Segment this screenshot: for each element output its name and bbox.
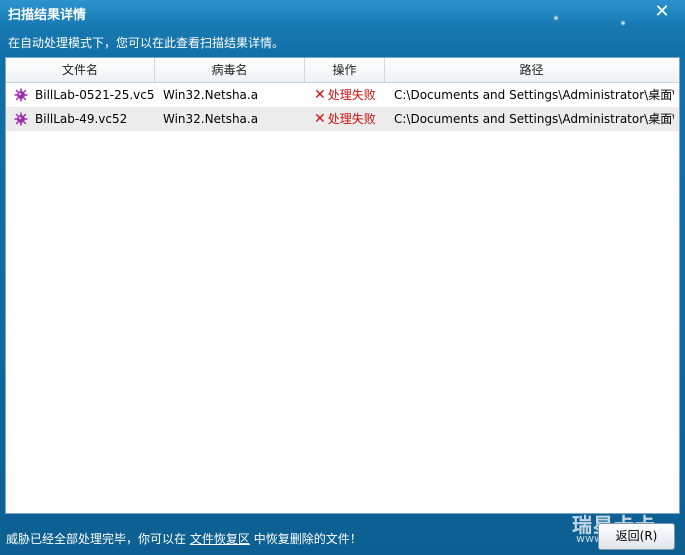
footer-message: 威胁已经全部处理完毕，你可以在 文件恢复区 中恢复删除的文件！ [6,530,362,547]
virus-icon [14,88,28,102]
column-header-action[interactable]: 操作 [305,58,385,82]
sparkle-decoration [553,15,559,21]
column-header-filename[interactable]: 文件名 [6,58,155,82]
action-status: 处理失败 [327,88,376,102]
subtitle-text: 在自动处理模式下，您可以在此查看扫描结果详情。 [8,36,285,50]
cell-virus-name: Win32.Netsha.a [163,112,259,126]
back-button[interactable]: 返回(R) [598,523,675,550]
sparkle-decoration [620,20,626,26]
table-row[interactable]: BillLab-0521-25.vc52 Win32.Netsha.a ✕ 处理失… [6,83,679,107]
cell-virus-name: Win32.Netsha.a [163,88,259,102]
column-header-virus[interactable]: 病毒名 [155,58,305,82]
cell-filename: BillLab-49.vc52 [35,112,128,126]
fail-x-icon: ✕ [314,87,326,103]
footer-text-before: 威胁已经全部处理完毕，你可以在 [6,532,187,546]
window-title: 扫描结果详情 [8,8,87,23]
table-row[interactable]: BillLab-49.vc52 Win32.Netsha.a ✕ 处理失败 C:\… [6,107,679,131]
cell-action: ✕ 处理失败 [314,83,384,107]
action-status: 处理失败 [327,112,376,126]
file-recovery-link[interactable]: 文件恢复区 [190,532,250,546]
cell-path: C:\Documents and Settings\Administrator\… [394,88,674,102]
title-bar[interactable]: 扫描结果详情 ✕ [0,0,685,26]
column-header-path[interactable]: 路径 [385,58,678,82]
scan-results-window: 扫描结果详情 ✕ 在自动处理模式下，您可以在此查看扫描结果详情。 文件名 病毒名… [0,0,685,555]
table-header: 文件名 病毒名 操作 路径 [6,58,679,83]
virus-icon [14,112,28,126]
cell-filename: BillLab-0521-25.vc52 [35,88,154,102]
results-table: 文件名 病毒名 操作 路径 BillLab-0521-25.vc52 Win32… [5,57,680,514]
fail-x-icon: ✕ [314,111,326,127]
cell-path: C:\Documents and Settings\Administrator\… [394,112,674,126]
footer-text-after: 中恢复删除的文件！ [253,532,362,546]
close-icon[interactable]: ✕ [653,2,671,22]
cell-action: ✕ 处理失败 [314,107,384,131]
